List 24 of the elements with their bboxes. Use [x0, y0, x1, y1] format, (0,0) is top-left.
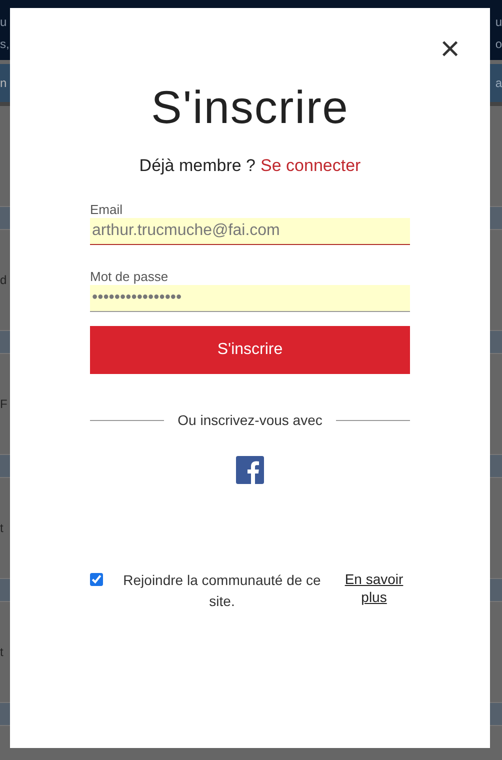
- member-prompt: Déjà membre ?: [139, 156, 256, 176]
- checkbox-label: Rejoindre la communauté de ce site.: [122, 571, 322, 611]
- learn-more-link[interactable]: En savoir plus: [341, 570, 407, 606]
- background-text: a: [495, 76, 502, 90]
- field-label: Mot de passe: [90, 269, 170, 284]
- login-link[interactable]: Se connecter: [260, 156, 361, 176]
- background-text: o: [495, 37, 502, 51]
- field-label: Email: [90, 202, 124, 217]
- background-text: d: [0, 273, 7, 287]
- facebook-icon[interactable]: [236, 456, 264, 484]
- signup-button[interactable]: S'inscrire: [90, 326, 410, 374]
- input-field[interactable]: ••••••••••••••••: [90, 285, 410, 312]
- community-checkbox[interactable]: [90, 573, 103, 586]
- background-text: s,: [0, 37, 10, 51]
- dialog-title: S'inscrire: [151, 80, 349, 134]
- background-text: F: [0, 397, 8, 411]
- divider-text: Ou inscrivez-vous avec: [178, 412, 322, 428]
- close-button[interactable]: ×: [436, 32, 464, 66]
- background-text: t: [0, 521, 4, 535]
- background-text: n: [0, 76, 7, 90]
- input-field[interactable]: arthur.trucmuche@fai.com: [90, 218, 410, 245]
- background-text: u: [495, 15, 502, 29]
- background-text: t: [0, 645, 4, 659]
- background-text: u: [0, 15, 7, 29]
